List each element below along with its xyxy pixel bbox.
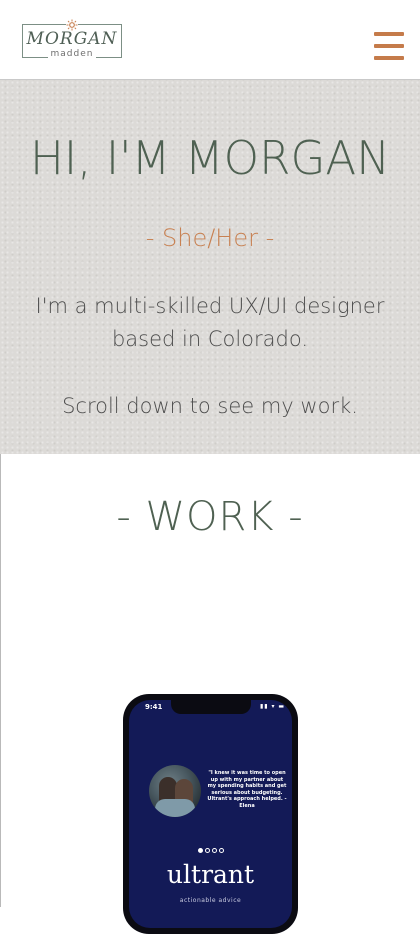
project-brand: ultrant (166, 860, 255, 889)
phone-notch (171, 700, 251, 714)
status-time: 9:41 (145, 703, 163, 711)
person-clothing (155, 799, 195, 817)
logo-wordmark: MORGAN (26, 29, 118, 49)
project-card-ultrant[interactable]: 9:41 ▮▮ ▾ ▬ "I knew it was time to open … (123, 694, 298, 934)
hero-title: HI, I'M MORGAN (30, 131, 390, 185)
testimonial-quote: "I knew it was time to open up with my p… (207, 770, 287, 809)
site-header: MORGAN madden (0, 0, 420, 80)
status-icons: ▮▮ ▾ ▬ (260, 703, 286, 710)
carousel-dot-1[interactable] (198, 848, 203, 853)
sun-icon (66, 16, 78, 31)
logo-subtitle: madden (22, 49, 122, 59)
menu-bar-middle (374, 44, 404, 48)
carousel-dot-3[interactable] (212, 848, 217, 853)
menu-bar-bottom (374, 56, 404, 60)
carousel-dot-2[interactable] (205, 848, 210, 853)
logo-subtitle-text: madden (47, 49, 97, 59)
work-heading: - WORK - (116, 494, 304, 540)
bio-text: I'm a multi-skilled UX/UI designer based… (35, 294, 385, 351)
logo[interactable]: MORGAN madden (22, 16, 124, 60)
phone-screen: 9:41 ▮▮ ▾ ▬ "I knew it was time to open … (129, 700, 292, 928)
project-tagline: actionable advice (179, 897, 242, 904)
testimonial-photo (149, 765, 201, 817)
menu-bar-top (374, 32, 404, 36)
carousel-dot-4[interactable] (219, 848, 224, 853)
scroll-prompt: Scroll down to see my work. (62, 394, 358, 418)
hero-section: HI, I'M MORGAN - She/Her - I'm a multi-s… (0, 80, 420, 454)
carousel-dots[interactable] (198, 848, 232, 855)
hamburger-menu-icon[interactable] (374, 32, 404, 60)
pronouns: - She/Her - (145, 224, 275, 252)
